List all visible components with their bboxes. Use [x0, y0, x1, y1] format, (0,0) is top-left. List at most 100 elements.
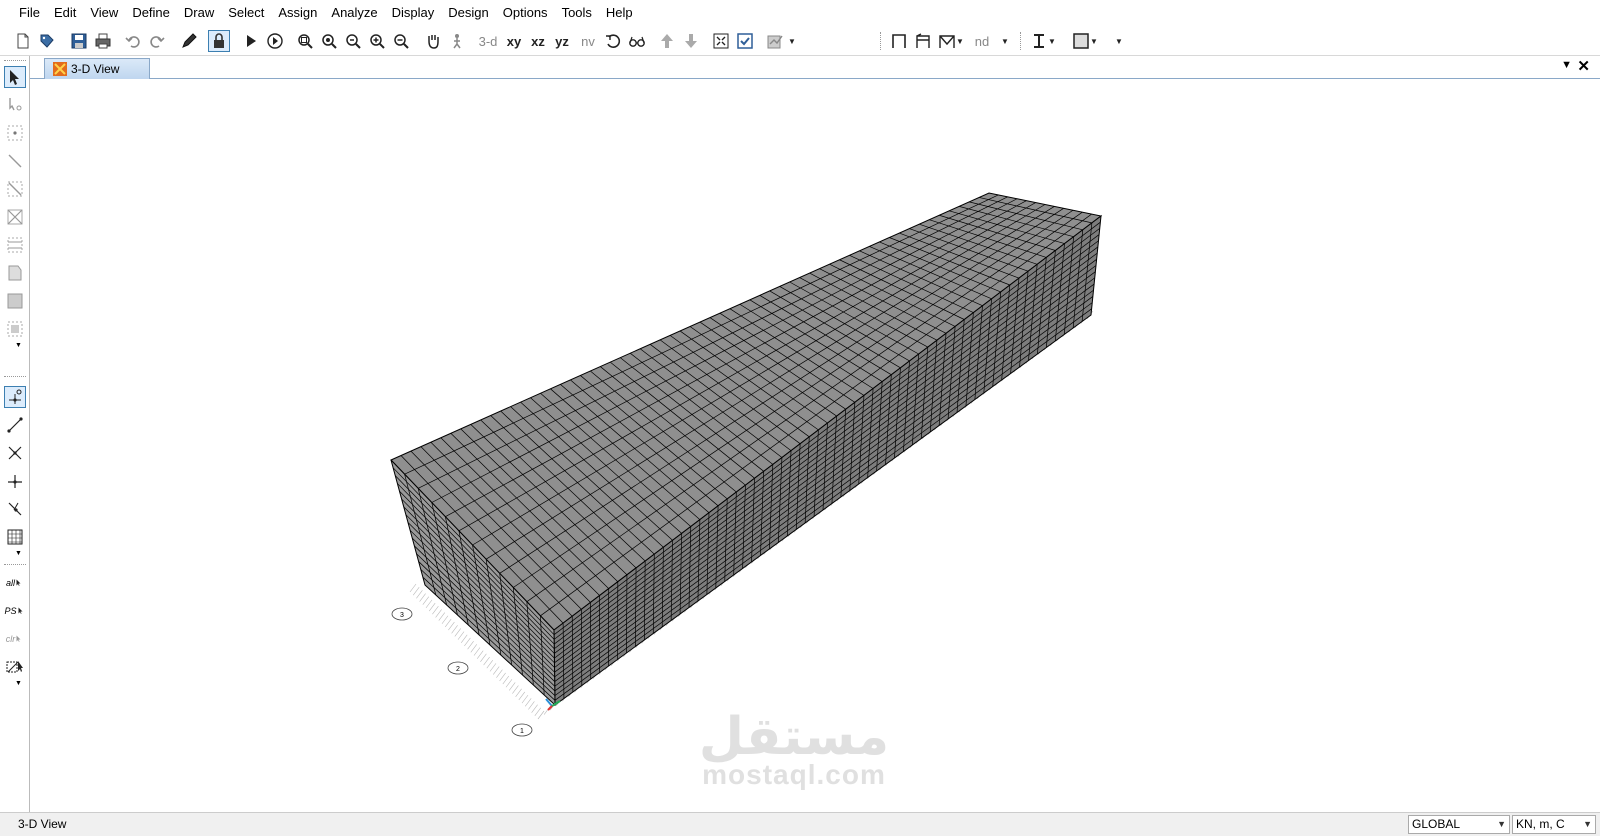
- support-grid-line: [441, 615, 449, 624]
- menu-display[interactable]: Display: [385, 0, 442, 26]
- toolbar-overflow-dropdown[interactable]: ▼: [1112, 30, 1126, 52]
- draw-truss-button[interactable]: ▼: [936, 30, 966, 52]
- snap-lines-button[interactable]: [4, 498, 26, 520]
- chevron-down-icon: ▼: [1090, 36, 1098, 46]
- menu-help[interactable]: Help: [599, 0, 640, 26]
- draw-rect-area-button[interactable]: [4, 290, 26, 312]
- menu-file[interactable]: File: [12, 0, 47, 26]
- menu-options[interactable]: Options: [496, 0, 555, 26]
- zoom-in-button[interactable]: [366, 30, 388, 52]
- select-all-button[interactable]: all: [4, 572, 26, 594]
- snap-intersections-button[interactable]: [4, 442, 26, 464]
- menu-analyze[interactable]: Analyze: [324, 0, 384, 26]
- run-options-button[interactable]: [264, 30, 286, 52]
- menu-assign[interactable]: Assign: [271, 0, 324, 26]
- draw-line-button[interactable]: [4, 150, 26, 172]
- view-yz-button[interactable]: yz: [550, 30, 574, 52]
- move-up-button[interactable]: [656, 30, 678, 52]
- select-all-label: all: [5, 578, 15, 588]
- chevron-down-icon[interactable]: ▼: [15, 680, 22, 687]
- tab-list-dropdown[interactable]: ▼: [1561, 59, 1572, 71]
- pan-button[interactable]: [422, 30, 444, 52]
- save-button[interactable]: [68, 30, 90, 52]
- menu-define[interactable]: Define: [125, 0, 177, 26]
- menu-tools[interactable]: Tools: [555, 0, 599, 26]
- grid-bubble-2[interactable]: 2: [447, 661, 469, 675]
- reshape-button[interactable]: [4, 94, 26, 116]
- snap-points-button[interactable]: [4, 386, 26, 408]
- grid-bubble-1[interactable]: 1: [511, 723, 533, 737]
- lock-icon: [214, 33, 224, 48]
- chevron-down-icon: ▼: [1048, 36, 1056, 46]
- zoom-out-button[interactable]: [390, 30, 412, 52]
- quick-draw-brace-button[interactable]: [4, 206, 26, 228]
- get-previous-selection-button[interactable]: PS: [4, 600, 26, 622]
- close-icon[interactable]: ✕: [1577, 57, 1590, 75]
- object-shrink-button[interactable]: [710, 30, 732, 52]
- 3d-model-view[interactable]: 1 2 3: [30, 79, 1600, 812]
- redo-button[interactable]: [146, 30, 168, 52]
- grid-bubble-3[interactable]: 3: [391, 607, 413, 621]
- view-nv-button[interactable]: nv: [576, 30, 600, 52]
- coordinate-system-value: GLOBAL: [1412, 817, 1461, 831]
- menu-design[interactable]: Design: [441, 0, 495, 26]
- coordinate-system-select[interactable]: GLOBAL ▼: [1408, 815, 1510, 834]
- undo-button[interactable]: [122, 30, 144, 52]
- snap-ends-button[interactable]: [4, 414, 26, 436]
- zoom-window-button[interactable]: [294, 30, 316, 52]
- support-grid-line: [422, 596, 430, 605]
- zoom-window-icon: [298, 34, 313, 49]
- display-dropdown[interactable]: ▼: [998, 30, 1012, 52]
- draw-mode-button[interactable]: [178, 30, 200, 52]
- secondary-beam-icon: [7, 237, 23, 253]
- draw-joint-button[interactable]: [4, 122, 26, 144]
- restore-view-button[interactable]: [318, 30, 340, 52]
- menu-select[interactable]: Select: [221, 0, 271, 26]
- snap-fine-grid-button[interactable]: [4, 526, 26, 548]
- new-model-button[interactable]: [12, 30, 34, 52]
- snap-perpendicular-button[interactable]: [4, 470, 26, 492]
- run-analysis-button[interactable]: [240, 30, 262, 52]
- deformed-shape-dropdown[interactable]: ▼: [786, 30, 798, 52]
- view-xz-button[interactable]: xz: [526, 30, 550, 52]
- draw-poly-area-button[interactable]: [4, 262, 26, 284]
- rubber-band-zoom-button[interactable]: [446, 30, 468, 52]
- set-display-options-button[interactable]: [734, 30, 756, 52]
- menu-draw[interactable]: Draw: [177, 0, 221, 26]
- units-select[interactable]: KN, m, C ▼: [1512, 815, 1596, 834]
- print-button[interactable]: [92, 30, 114, 52]
- support-grid-line: [505, 679, 513, 688]
- quick-draw-area-button[interactable]: [4, 318, 26, 340]
- quick-draw-line-button[interactable]: [4, 178, 26, 200]
- tab-3d-view[interactable]: 3-D View: [44, 58, 150, 79]
- view-3d-button[interactable]: 3-d: [476, 30, 500, 52]
- section-cut-button[interactable]: ▼: [1028, 30, 1058, 52]
- perspective-button[interactable]: [626, 30, 648, 52]
- pointer-button[interactable]: [4, 66, 26, 88]
- rotate-view-button[interactable]: [602, 30, 624, 52]
- truss-icon: [939, 35, 955, 48]
- menu-view[interactable]: View: [83, 0, 125, 26]
- draw-brace-button[interactable]: [912, 30, 934, 52]
- menu-edit[interactable]: Edit: [47, 0, 83, 26]
- zoom-previous-icon: [346, 34, 361, 49]
- area-object-button[interactable]: ▼: [1070, 30, 1100, 52]
- deformed-shape-button[interactable]: [764, 30, 786, 52]
- draw-frame-button[interactable]: [888, 30, 910, 52]
- view-xy-button[interactable]: xy: [502, 30, 526, 52]
- open-button[interactable]: [36, 30, 58, 52]
- lock-model-button[interactable]: [208, 30, 230, 52]
- side-toolbar: ▼ ▼ all PS clr ▼: [0, 56, 30, 812]
- previous-zoom-button[interactable]: [342, 30, 364, 52]
- support-grid-line: [448, 621, 455, 631]
- chevron-down-icon[interactable]: ▼: [15, 342, 22, 349]
- quick-draw-secondary-button[interactable]: [4, 234, 26, 256]
- model-viewport[interactable]: 1 2 3 مستقل mostaql.com: [30, 79, 1600, 812]
- grid-bubble-label: 3: [400, 612, 404, 619]
- move-down-button[interactable]: [680, 30, 702, 52]
- chevron-down-icon[interactable]: ▼: [15, 550, 22, 557]
- select-using-intersecting-line-button[interactable]: [4, 656, 26, 678]
- snap-perpendicular-icon: [8, 475, 22, 488]
- clear-selection-button[interactable]: clr: [4, 628, 26, 650]
- display-nd-button[interactable]: nd: [970, 30, 994, 52]
